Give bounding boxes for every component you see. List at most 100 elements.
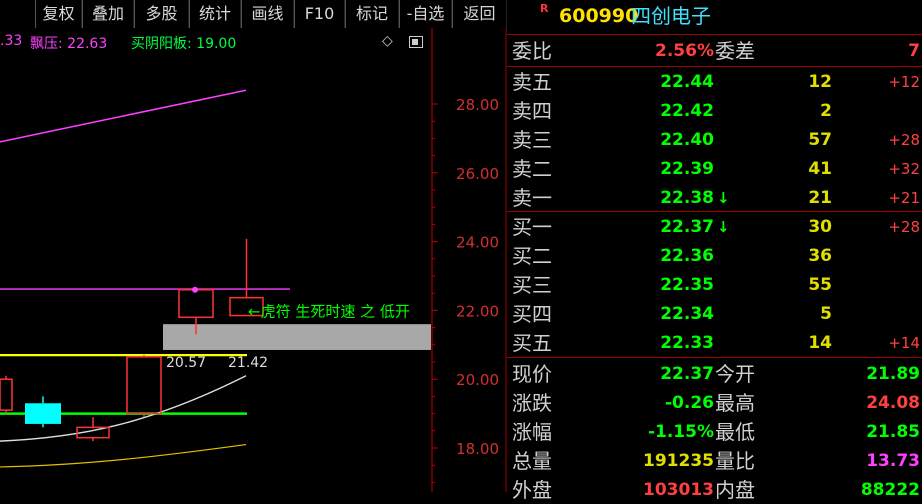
level-volume: 14 — [808, 333, 832, 353]
candle-body — [178, 289, 214, 319]
y-tick-label: 18.00 — [456, 440, 499, 458]
level-price: 22.42 — [660, 101, 714, 121]
stat-value: 21.89 — [866, 364, 920, 384]
level-volume: 36 — [808, 246, 832, 266]
ask-row[interactable]: 卖三 22.40 57 +28 — [507, 126, 922, 154]
ask-row[interactable]: 卖二 22.39 41 +32 — [507, 155, 922, 183]
stat-label: 涨跌 — [512, 391, 552, 415]
weibi-value: 2.56% — [655, 41, 714, 61]
level-label: 买五 — [512, 331, 552, 355]
toolbar-button-1[interactable]: 叠加 — [82, 0, 134, 28]
level-price: 22.39 — [660, 159, 714, 179]
weibi-row: 委比 2.56% 委差 7 — [507, 37, 922, 65]
divider — [507, 357, 922, 358]
magenta-dot-marker — [192, 286, 198, 293]
y-tick-label: 20.00 — [456, 371, 499, 389]
toolbar: 复权 叠加 多股 统计 画线 F10 标记 -自选 返回 — [0, 0, 507, 28]
level-volume: 21 — [808, 188, 832, 208]
toolbar-button-2[interactable]: 多股 — [134, 0, 189, 28]
stat-value: 13.73 — [866, 451, 920, 471]
ask-row[interactable]: 卖四 22.42 2 — [507, 97, 922, 125]
y-tick-label: 26.00 — [456, 165, 499, 183]
bid-row[interactable]: 买一 22.37 ↓ 30 +28 — [507, 213, 922, 241]
level-volume: 30 — [808, 217, 832, 237]
level-volume: 5 — [820, 304, 832, 324]
stat-label: 量比 — [715, 449, 755, 473]
toolbar-button-8[interactable]: 返回 — [452, 0, 507, 28]
candle-body — [126, 356, 162, 415]
y-tick-label: 24.00 — [456, 234, 499, 252]
toolbar-button-5[interactable]: F10 — [294, 0, 345, 28]
stat-value: 191235 — [643, 451, 714, 471]
stat-label: 涨幅 — [512, 420, 552, 444]
level-label: 买二 — [512, 244, 552, 268]
indicator-maiyinyangban: 买阴阳板: 19.00 — [131, 36, 237, 52]
level-price: 22.38 — [660, 188, 714, 208]
bid-row[interactable]: 买二 22.36 36 — [507, 242, 922, 270]
bid-row[interactable]: 买四 22.34 5 — [507, 300, 922, 328]
weibi-label: 委比 — [512, 39, 552, 63]
down-arrow-icon: ↓ — [717, 218, 730, 236]
toolbar-button-6[interactable]: 标记 — [345, 0, 399, 28]
level-price: 22.40 — [660, 130, 714, 150]
kline-chart[interactable]: 28.00 26.00 24.00 22.00 20.00 18.00 ←虎符 生死时速 之… — [0, 28, 507, 492]
stat-row: 总量 191235 量比 13.73 — [507, 447, 922, 475]
level-change: +14 — [888, 334, 920, 352]
level-label: 卖三 — [512, 128, 552, 152]
stat-value: 22.37 — [660, 364, 714, 384]
r-badge: R — [540, 2, 549, 15]
yellow-ma-curve — [0, 443, 247, 468]
level-volume: 2 — [820, 101, 832, 121]
level-volume: 12 — [808, 72, 832, 92]
diamond-icon[interactable]: ◇ — [382, 34, 396, 48]
gray-zone — [163, 324, 431, 350]
divider — [507, 66, 922, 67]
level-price: 22.34 — [660, 304, 714, 324]
stat-row: 涨幅 -1.15% 最低 21.85 — [507, 418, 922, 446]
kline-svg: 28.00 26.00 24.00 22.00 20.00 18.00 ←虎符 生死时速 之… — [0, 28, 507, 492]
level-change: +32 — [888, 160, 920, 178]
level-label: 卖二 — [512, 157, 552, 181]
stat-label: 外盘 — [512, 478, 552, 502]
candle-body — [25, 403, 61, 424]
stat-label: 现价 — [512, 362, 552, 386]
level-price: 22.35 — [660, 275, 714, 295]
toolbar-button-3[interactable]: 统计 — [189, 0, 241, 28]
magenta-trend-line — [0, 89, 247, 143]
level-label: 买四 — [512, 302, 552, 326]
toolbar-button-4[interactable]: 画线 — [241, 0, 294, 28]
y-tick-label: 22.00 — [456, 302, 499, 320]
stat-label: 最低 — [715, 420, 755, 444]
toolbar-button-7[interactable]: -自选 — [399, 0, 452, 28]
bid-row[interactable]: 买三 22.35 55 — [507, 271, 922, 299]
level-change: +28 — [888, 131, 920, 149]
level-label: 买三 — [512, 273, 552, 297]
indicator-prev-value: .33 — [0, 33, 23, 49]
level-change: +28 — [888, 218, 920, 236]
level-label: 买一 — [512, 215, 552, 239]
stat-label: 今开 — [715, 362, 755, 386]
level-volume: 41 — [808, 159, 832, 179]
stock-name: 四创电子 — [631, 4, 711, 28]
window-toggle-icon[interactable] — [409, 36, 423, 48]
stat-value: 103013 — [643, 480, 714, 500]
bid-row[interactable]: 买五 22.33 14 +14 — [507, 329, 922, 357]
level-change: +12 — [888, 73, 920, 91]
stock-code: 600990 — [559, 5, 639, 27]
level-label: 卖四 — [512, 99, 552, 123]
stat-label: 总量 — [512, 449, 552, 473]
annotation-text: ←虎符 生死时速 之 低开 — [248, 303, 410, 321]
weicha-value: 7 — [908, 41, 920, 61]
ask-row[interactable]: 卖一 22.38 ↓ 21 +21 — [507, 184, 922, 212]
range-low-label: 20.57 — [166, 355, 206, 371]
ask-row[interactable]: 卖五 22.44 12 +12 — [507, 68, 922, 96]
level-label: 卖五 — [512, 70, 552, 94]
stat-label: 内盘 — [715, 478, 755, 502]
stat-value: -0.26 — [665, 393, 714, 413]
toolbar-button-0[interactable]: 复权 — [35, 0, 82, 28]
stat-value: 21.85 — [866, 422, 920, 442]
stat-value: -1.15% — [647, 422, 714, 442]
level-volume: 57 — [808, 130, 832, 150]
stat-label: 最高 — [715, 391, 755, 415]
stat-value: 88222 — [860, 480, 920, 500]
